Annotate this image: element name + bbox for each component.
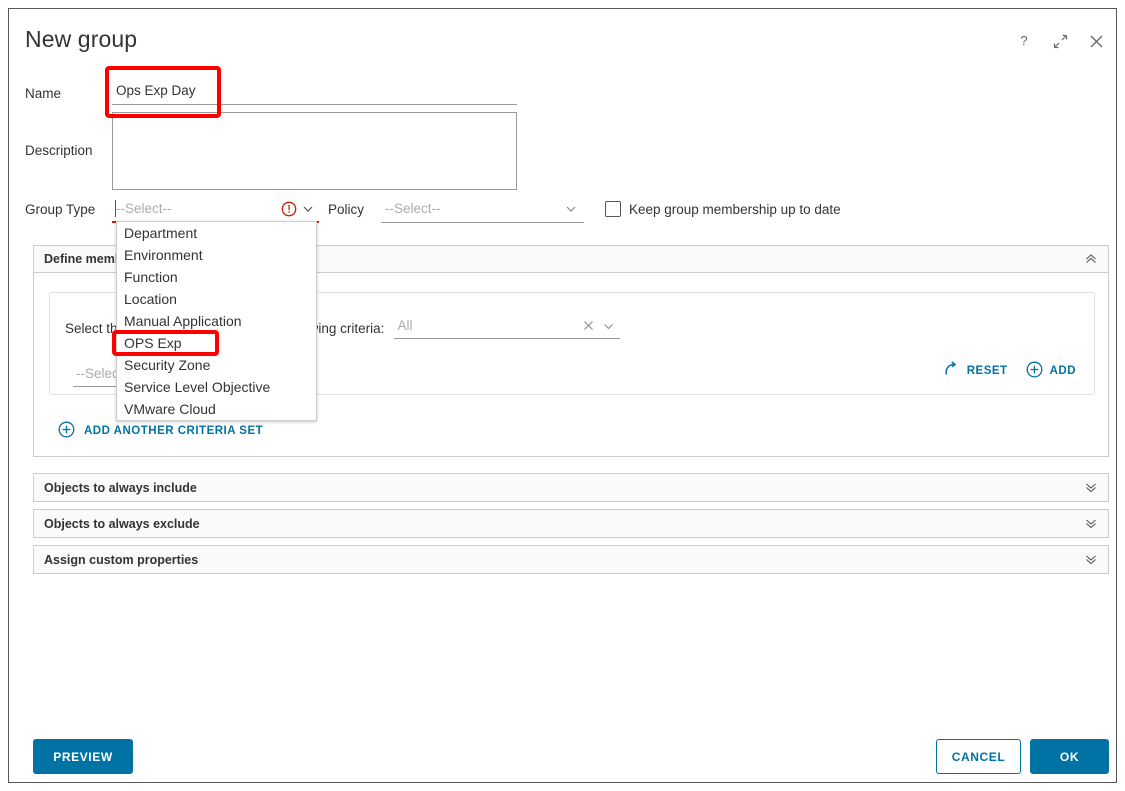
add-label: ADD <box>1050 365 1076 377</box>
help-icon[interactable]: ? <box>1014 31 1034 51</box>
criteria-actions: RESET ADD <box>943 361 1076 381</box>
close-icon[interactable] <box>1086 31 1106 51</box>
chevron-double-down-icon[interactable] <box>1084 480 1098 497</box>
panel-title: Objects to always exclude <box>44 517 200 531</box>
panel-objects-to-always-exclude: Objects to always exclude <box>33 509 1109 538</box>
plus-circle-icon <box>58 421 75 441</box>
dropdown-option-manual-application[interactable]: Manual Application <box>117 310 316 332</box>
group-type-select[interactable]: --Select-- <box>112 199 319 223</box>
preview-button[interactable]: PREVIEW <box>33 739 133 774</box>
ok-button[interactable]: OK <box>1030 739 1109 774</box>
window-controls: ? <box>1014 31 1106 51</box>
dialog-title: New group <box>25 26 137 53</box>
keep-membership-checkbox[interactable]: Keep group membership up to date <box>605 201 841 217</box>
dropdown-option-vmware-cloud[interactable]: VMware Cloud <box>117 398 316 420</box>
name-label: Name <box>25 86 61 101</box>
dropdown-option-department[interactable]: Department <box>117 222 316 244</box>
panel-header-objects-to-always-exclude[interactable]: Objects to always exclude <box>34 510 1108 537</box>
name-input[interactable] <box>112 79 517 105</box>
reset-label: RESET <box>967 365 1008 377</box>
description-textarea[interactable] <box>112 112 517 190</box>
keep-membership-label: Keep group membership up to date <box>629 202 841 217</box>
chevron-double-down-icon[interactable] <box>1084 552 1098 569</box>
clear-icon[interactable] <box>583 319 594 334</box>
panel-objects-to-always-include: Objects to always include <box>33 473 1109 502</box>
group-type-value: --Select-- <box>116 201 172 216</box>
dropdown-option-location[interactable]: Location <box>117 288 316 310</box>
checkbox-box[interactable] <box>605 201 621 217</box>
chevron-double-down-icon[interactable] <box>1084 516 1098 533</box>
policy-select[interactable]: --Select-- <box>381 199 584 223</box>
dropdown-option-security-zone[interactable]: Security Zone <box>117 354 316 376</box>
panel-header-assign-custom-properties[interactable]: Assign custom properties <box>34 546 1108 573</box>
add-another-criteria-set-link[interactable]: ADD ANOTHER CRITERIA SET <box>58 421 263 441</box>
new-group-dialog: New group ? Name Description Group Type … <box>8 8 1117 783</box>
expand-icon[interactable] <box>1050 31 1070 51</box>
description-label: Description <box>25 143 93 158</box>
svg-text:?: ? <box>1020 34 1027 48</box>
dropdown-option-environment[interactable]: Environment <box>117 244 316 266</box>
dropdown-option-ops-exp[interactable]: OPS Exp <box>117 332 316 354</box>
reset-button[interactable]: RESET <box>943 361 1008 381</box>
reset-icon <box>943 361 960 381</box>
chevron-down-icon <box>564 202 578 221</box>
panel-title: Objects to always include <box>44 481 197 495</box>
dropdown-option-function[interactable]: Function <box>117 266 316 288</box>
panel-assign-custom-properties: Assign custom properties <box>33 545 1109 574</box>
group-type-label: Group Type <box>25 202 95 217</box>
chevron-double-up-icon[interactable] <box>1084 252 1098 269</box>
policy-label: Policy <box>328 202 364 217</box>
dropdown-option-service-level-objective[interactable]: Service Level Objective <box>117 376 316 398</box>
group-type-dropdown-menu[interactable]: Department Environment Function Location… <box>116 221 317 421</box>
add-another-criteria-set-label: ADD ANOTHER CRITERIA SET <box>84 425 263 437</box>
chevron-down-icon[interactable] <box>602 320 615 336</box>
chevron-down-icon <box>301 202 315 221</box>
plus-circle-icon <box>1026 361 1043 381</box>
add-criteria-button[interactable]: ADD <box>1026 361 1076 381</box>
panel-title: Assign custom properties <box>44 553 198 567</box>
panel-header-objects-to-always-include[interactable]: Objects to always include <box>34 474 1108 501</box>
error-icon <box>281 201 297 217</box>
criteria-match-select[interactable]: All <box>394 317 620 339</box>
cancel-button[interactable]: CANCEL <box>936 739 1021 774</box>
criteria-match-value: All <box>397 318 412 333</box>
policy-value: --Select-- <box>385 201 441 216</box>
